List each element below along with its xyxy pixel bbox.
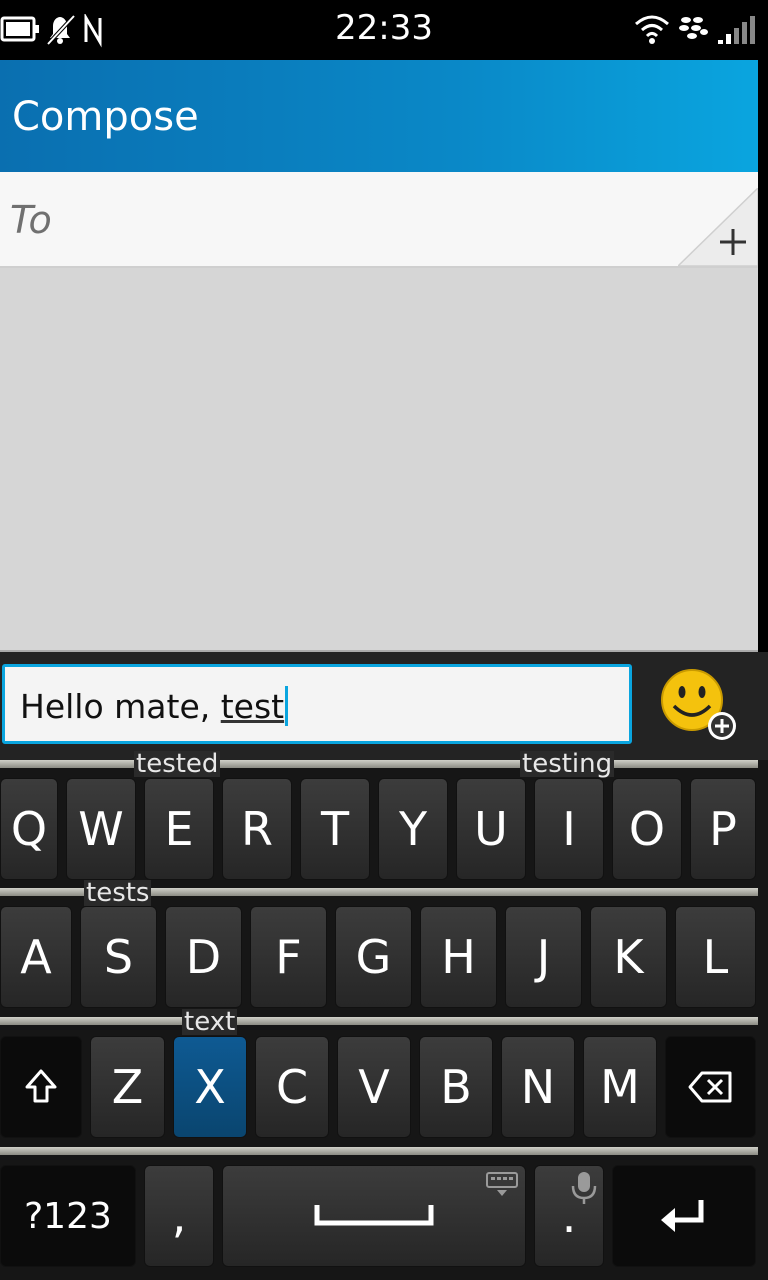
keyboard-icon — [486, 1172, 518, 1196]
enter-key[interactable] — [612, 1165, 756, 1267]
key-i[interactable]: I — [534, 778, 604, 880]
recipient-field[interactable] — [0, 172, 758, 268]
wifi-icon — [635, 15, 669, 44]
key-z[interactable]: Z — [90, 1036, 165, 1138]
suggestion-testing[interactable]: testing — [520, 751, 615, 777]
page-title: Compose — [12, 94, 199, 140]
key-b[interactable]: B — [419, 1036, 493, 1138]
key-e[interactable]: E — [144, 778, 214, 880]
edge-strip — [758, 60, 768, 650]
key-v[interactable]: V — [337, 1036, 411, 1138]
text-cursor — [285, 686, 289, 726]
key-f[interactable]: F — [250, 906, 327, 1008]
key-w[interactable]: W — [66, 778, 136, 880]
status-icons-right — [635, 15, 755, 44]
recipient-placeholder: To — [10, 198, 52, 242]
signal-icon — [718, 16, 755, 44]
key-a[interactable]: A — [0, 906, 72, 1008]
space-bar-icon — [314, 1205, 434, 1226]
space-key[interactable] — [222, 1165, 526, 1267]
keyboard-row-divider — [0, 1017, 758, 1025]
add-recipient-button[interactable] — [678, 188, 758, 266]
keyboard-row-divider — [0, 1147, 758, 1155]
key-k[interactable]: K — [590, 906, 667, 1008]
key-l[interactable]: L — [675, 906, 756, 1008]
microphone-icon — [571, 1172, 597, 1204]
symbols-key[interactable]: ?123 — [0, 1165, 136, 1267]
emoji-add-icon — [661, 669, 736, 740]
key-r[interactable]: R — [222, 778, 292, 880]
keyboard-row-divider — [0, 760, 758, 768]
key-j[interactable]: J — [505, 906, 582, 1008]
comma-key[interactable]: , — [144, 1165, 214, 1267]
emoji-button[interactable] — [660, 668, 740, 748]
message-area[interactable] — [0, 268, 758, 653]
shift-icon — [25, 1069, 57, 1103]
key-g[interactable]: G — [335, 906, 412, 1008]
key-u[interactable]: U — [456, 778, 526, 880]
key-c[interactable]: C — [255, 1036, 329, 1138]
key-s[interactable]: S — [80, 906, 157, 1008]
key-n[interactable]: N — [501, 1036, 575, 1138]
key-q[interactable]: Q — [0, 778, 58, 880]
suggestion-tested[interactable]: tested — [134, 751, 221, 777]
key-t[interactable]: T — [300, 778, 370, 880]
key-x[interactable]: X — [173, 1036, 247, 1138]
message-current-word: test — [220, 687, 285, 726]
suggestion-text[interactable]: text — [182, 1009, 238, 1035]
key-h[interactable]: H — [420, 906, 497, 1008]
key-o[interactable]: O — [612, 778, 682, 880]
key-y[interactable]: Y — [378, 778, 448, 880]
message-text: Hello mate, test — [20, 686, 289, 726]
key-p[interactable]: P — [690, 778, 756, 880]
backspace-icon — [688, 1071, 731, 1103]
backspace-key[interactable] — [665, 1036, 756, 1138]
key-d[interactable]: D — [165, 906, 242, 1008]
key-m[interactable]: M — [583, 1036, 657, 1138]
suggestion-tests[interactable]: tests — [84, 880, 152, 906]
shift-key[interactable] — [0, 1036, 82, 1138]
blackberry-icon — [679, 17, 708, 39]
enter-icon — [661, 1200, 704, 1232]
message-text-prefix: Hello mate, — [20, 687, 221, 726]
